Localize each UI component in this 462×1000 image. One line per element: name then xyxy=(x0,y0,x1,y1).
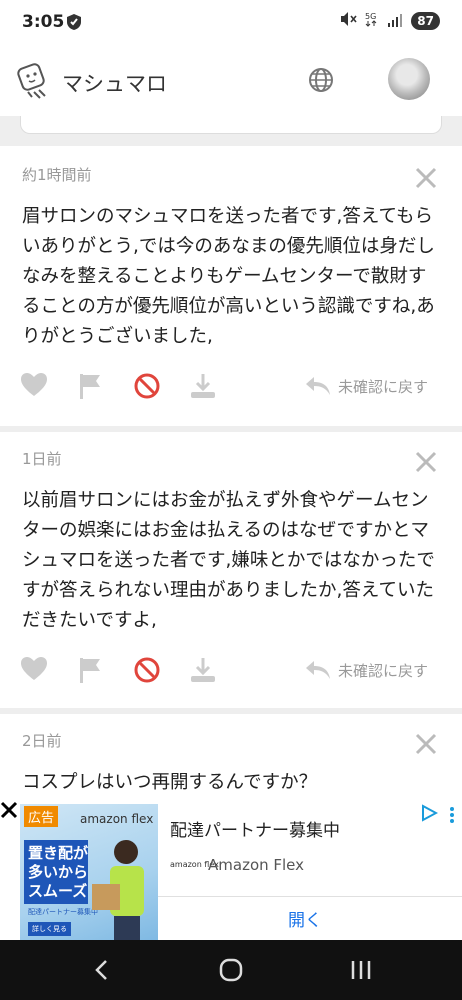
network-5g-icon: 5G xyxy=(365,11,379,31)
battery-indicator: 87 xyxy=(411,12,440,30)
ad-image-button: 詳しく見る xyxy=(28,922,71,936)
message-actions: 未確認に戻す xyxy=(0,372,462,406)
mark-unconfirmed-label: 未確認に戻す xyxy=(338,377,429,396)
undo-icon xyxy=(306,377,330,395)
message-text: コスプレはいつ再開するんですか？ xyxy=(22,772,318,793)
flag-icon[interactable] xyxy=(78,372,104,404)
app-title[interactable]: マシュマロ xyxy=(62,68,167,98)
ad-divider xyxy=(158,896,462,897)
message-time: 約1時間前 xyxy=(22,166,92,184)
delivery-person-illustration xyxy=(92,840,144,940)
user-avatar[interactable] xyxy=(388,58,430,100)
mute-icon xyxy=(339,11,357,31)
recent-apps-icon[interactable] xyxy=(350,958,372,986)
back-icon[interactable] xyxy=(92,958,112,986)
previous-card-edge xyxy=(20,116,442,134)
block-icon[interactable] xyxy=(133,372,161,404)
message-actions: 未確認に戻す xyxy=(0,656,462,690)
home-icon[interactable] xyxy=(219,958,243,986)
block-icon[interactable] xyxy=(133,656,161,688)
message-text: 眉サロンのマシュマロを送った者です,答えてもらいありがとう,では今のあなまの優先… xyxy=(22,206,435,347)
close-icon[interactable] xyxy=(414,166,438,190)
ad-open-button[interactable]: 開く xyxy=(288,906,322,931)
download-icon[interactable] xyxy=(189,372,217,404)
ad-badge: 広告 xyxy=(24,806,59,827)
globe-icon[interactable] xyxy=(307,66,335,98)
message-time: 1日前 xyxy=(22,450,62,468)
message-text: 以前眉サロンにはお金が払えず外食やゲームセンターの娯楽にはお金は払えるのはなぜで… xyxy=(22,490,435,631)
mark-unconfirmed-button[interactable]: 未確認に戻す xyxy=(304,659,428,681)
adchoices-icon[interactable] xyxy=(420,804,439,826)
signal-icon xyxy=(387,12,403,31)
more-options-icon[interactable] xyxy=(448,806,456,828)
advertiser-name: Amazon Flex xyxy=(208,856,305,874)
flag-icon[interactable] xyxy=(78,656,104,688)
close-icon[interactable] xyxy=(414,450,438,474)
ad-image-brand: amazon flex xyxy=(80,812,154,826)
heart-icon[interactable] xyxy=(20,656,48,686)
ad-image-subtext: 配達パートナー募集中 xyxy=(28,908,98,916)
marshmallow-logo-icon[interactable] xyxy=(14,62,52,104)
message-time: 2日前 xyxy=(22,732,62,750)
status-bar: 3:05 5G 87 xyxy=(0,0,462,46)
download-icon[interactable] xyxy=(189,656,217,688)
close-icon[interactable] xyxy=(414,732,438,756)
mark-unconfirmed-button[interactable]: 未確認に戻す xyxy=(304,375,428,397)
status-icons: 5G 87 xyxy=(339,11,440,31)
message-card: 1日前 以前眉サロンにはお金が払えず外食やゲームセンターの娯楽にはお金は払えるの… xyxy=(0,432,462,708)
svg-text:5G: 5G xyxy=(365,12,376,21)
undo-icon xyxy=(306,661,330,679)
message-card: 2日前 コスプレはいつ再開するんですか？ xyxy=(0,714,462,800)
system-nav-bar xyxy=(0,940,462,1000)
ad-banner[interactable]: 置き配が 多いから スムーズ amazon flex 配達パートナー募集中 詳し… xyxy=(0,800,462,940)
message-card: 約1時間前 眉サロンのマシュマロを送った者です,答えてもらいありがとう,では今の… xyxy=(0,146,462,426)
close-icon[interactable] xyxy=(0,800,18,820)
app-header: マシュマロ xyxy=(0,46,462,116)
status-time: 3:05 xyxy=(22,12,65,32)
heart-icon[interactable] xyxy=(20,372,48,402)
shield-icon xyxy=(66,13,82,35)
ad-image-copy: 置き配が 多いから スムーズ xyxy=(28,844,89,900)
mark-unconfirmed-label: 未確認に戻す xyxy=(338,661,429,680)
ad-headline[interactable]: 配達パートナー募集中 xyxy=(170,816,340,841)
